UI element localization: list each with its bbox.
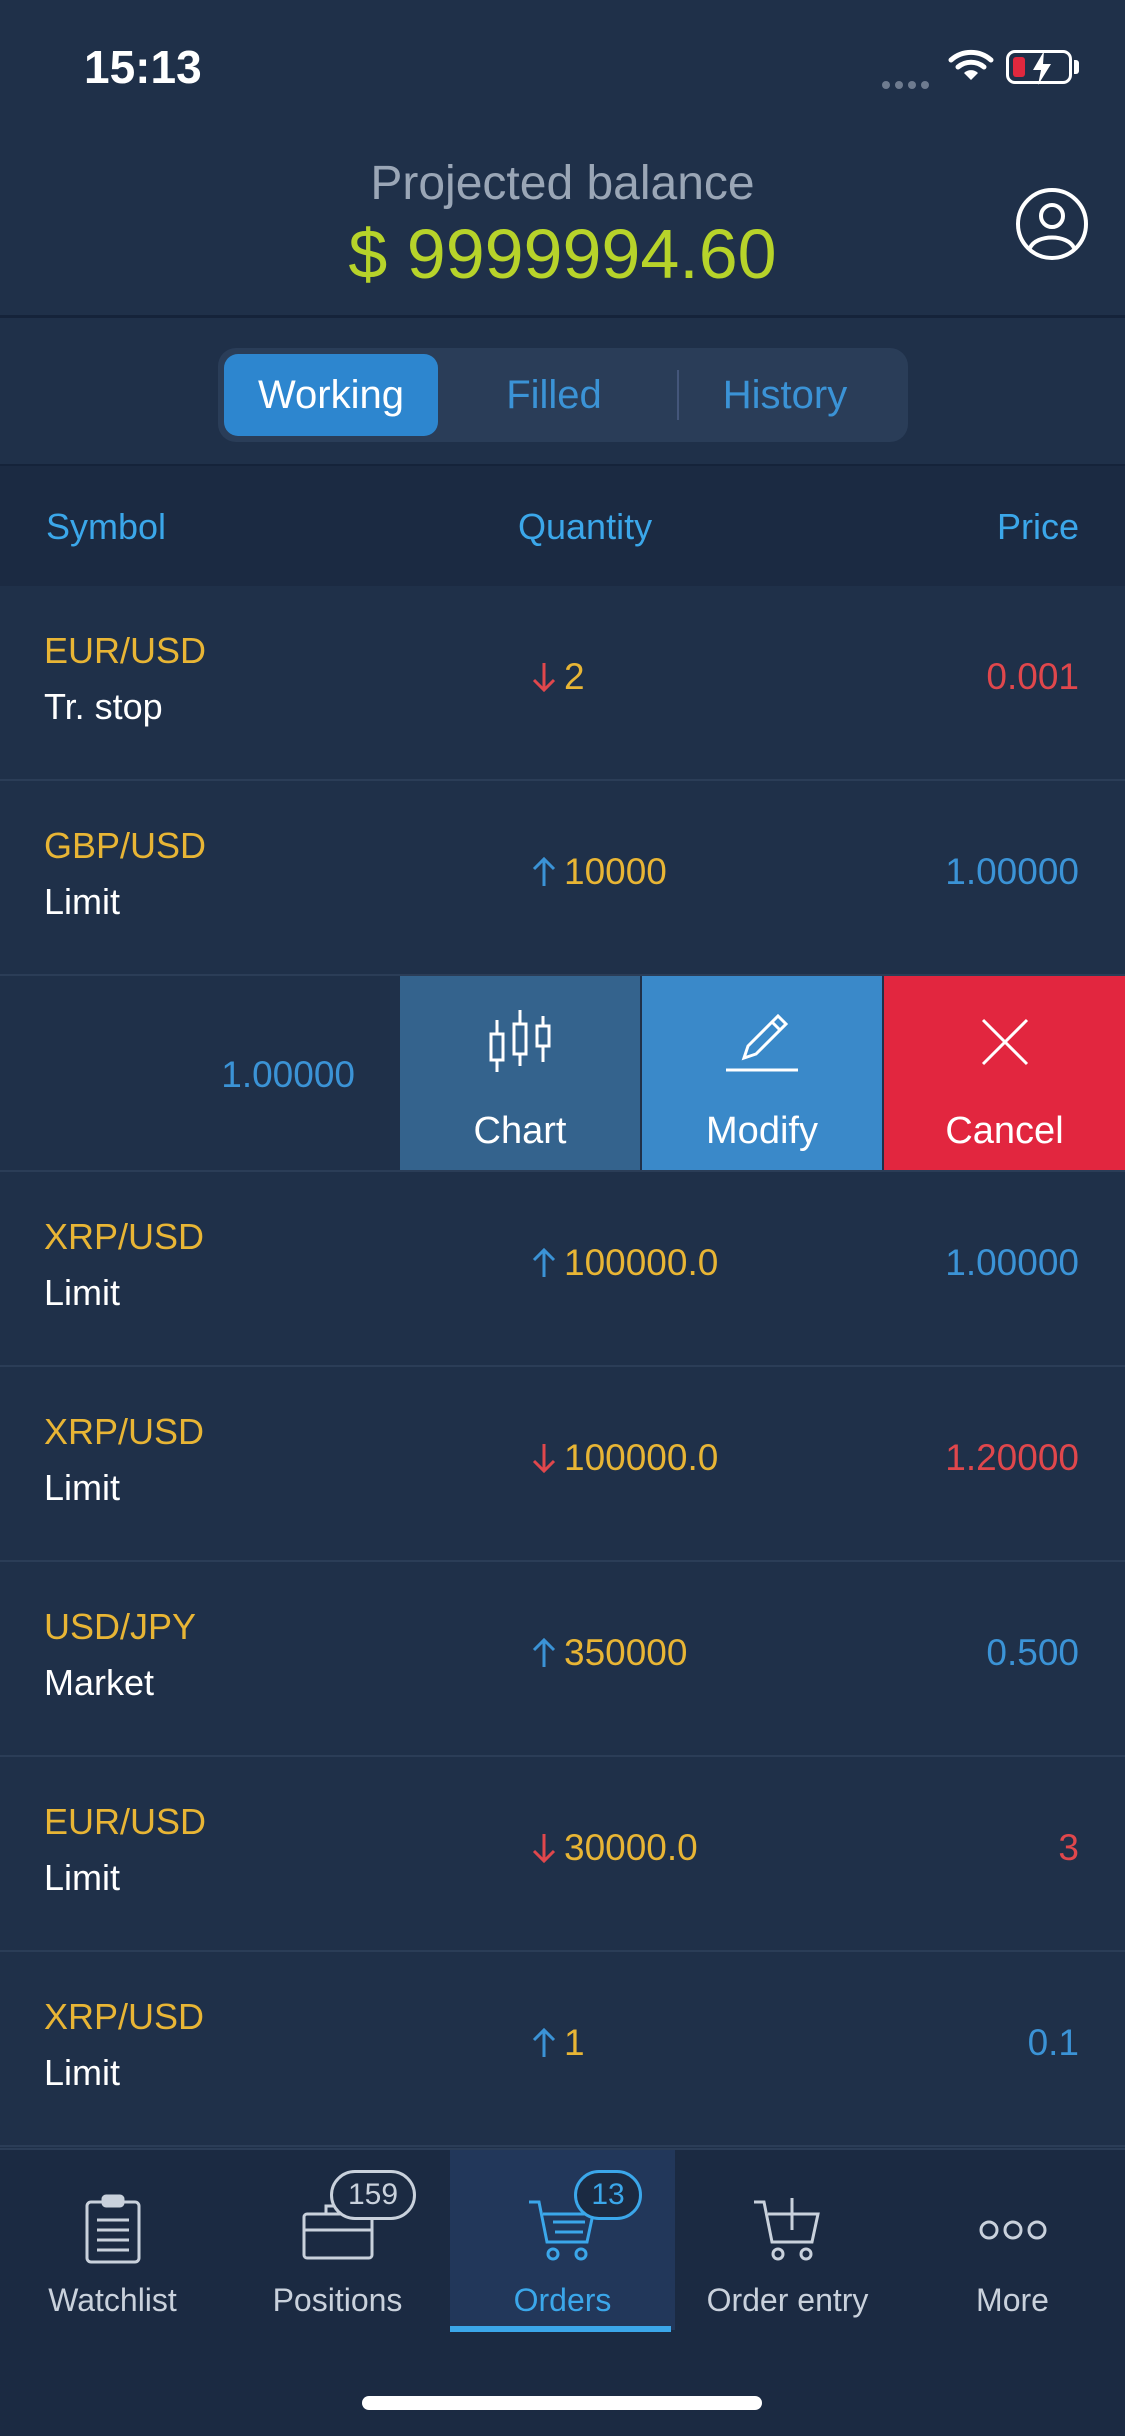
order-row[interactable]: EUR/USD Limit 30000.0 3 — [0, 1757, 1125, 1952]
battery-icon — [1006, 50, 1072, 85]
order-symbol: USD/JPY — [44, 1606, 197, 1647]
arrow-down-icon — [530, 660, 558, 694]
order-price: 1.20000 — [945, 1437, 1079, 1478]
status-time: 15:13 — [84, 41, 202, 93]
tab-order-entry[interactable]: Order entry — [675, 2150, 900, 2330]
order-symbol: XRP/USD — [44, 1996, 205, 2037]
order-price: 3 — [1058, 1827, 1079, 1868]
order-symbol: EUR/USD — [44, 1801, 207, 1842]
chart-button[interactable]: Chart — [400, 976, 640, 1170]
cart-add-icon — [675, 2194, 900, 2274]
order-quantity-value: 350000 — [564, 1632, 688, 1673]
order-quantity-value: 100000.0 — [564, 1242, 719, 1283]
tab-positions-label: Positions — [272, 2282, 403, 2318]
order-type: Limit — [44, 1467, 121, 1508]
segment-working[interactable]: Working — [224, 354, 438, 436]
projected-balance-value: $ 9999994.60 — [348, 215, 777, 293]
order-type: Market — [44, 1662, 155, 1703]
order-quantity-value: 2 — [564, 656, 585, 697]
arrow-up-icon — [530, 2026, 558, 2060]
clipboard-list-icon — [0, 2194, 225, 2274]
order-row[interactable]: USD/JPY Market 350000 0.500 — [0, 1562, 1125, 1757]
order-row[interactable]: GBP/USD Limit 10000 1.00000 — [0, 781, 1125, 976]
order-quantity: 1 — [530, 2022, 585, 2064]
arrow-up-icon — [530, 855, 558, 889]
active-tab-indicator — [450, 2326, 671, 2332]
profile-icon[interactable] — [1014, 186, 1090, 267]
order-symbol: XRP/USD — [44, 1216, 205, 1257]
pencil-icon — [642, 1006, 882, 1088]
order-price: 0.1 — [1027, 2022, 1079, 2063]
order-row[interactable]: XRP/USD Limit 100000.0 1.00000 — [0, 1172, 1125, 1367]
candlestick-chart-icon — [400, 1006, 640, 1088]
tab-order-entry-label: Order entry — [706, 2282, 869, 2318]
order-price: 1.00000 — [945, 851, 1079, 892]
modify-button[interactable]: Modify — [642, 976, 882, 1170]
arrow-down-icon — [530, 1831, 558, 1865]
order-row[interactable]: XRP/USD Limit 100000.0 1.20000 — [0, 1367, 1125, 1562]
order-quantity: 30000.0 — [530, 1827, 698, 1869]
order-quantity: 100000.0 — [530, 1242, 718, 1284]
modify-button-label: Modify — [706, 1110, 818, 1152]
order-row[interactable]: EUR/USD Tr. stop 2 0.001 — [0, 586, 1125, 781]
tab-more[interactable]: More — [900, 2150, 1125, 2330]
segment-history[interactable]: History — [678, 354, 892, 436]
order-type: Limit — [44, 2052, 121, 2093]
more-dots-icon — [900, 2194, 1125, 2274]
order-symbol: XRP/USD — [44, 1411, 205, 1452]
tab-orders-label: Orders — [513, 2282, 612, 2318]
tab-orders[interactable]: Orders — [450, 2150, 675, 2330]
arrow-down-icon — [530, 1441, 558, 1475]
order-quantity-value: 100000.0 — [564, 1437, 719, 1478]
positions-count-badge: 159 — [330, 2170, 416, 2220]
order-symbol: EUR/USD — [44, 630, 207, 671]
wifi-icon — [948, 48, 994, 87]
home-indicator[interactable] — [362, 2396, 762, 2410]
column-header: Symbol Quantity Price — [0, 466, 1125, 586]
column-symbol[interactable]: Symbol — [46, 506, 166, 548]
cart-icon — [450, 2194, 675, 2274]
order-price: 0.500 — [986, 1632, 1079, 1673]
order-type: Tr. stop — [44, 686, 163, 727]
tab-watchlist[interactable]: Watchlist — [0, 2150, 225, 2330]
order-quantity-value: 30000.0 — [564, 1827, 698, 1868]
order-type: Limit — [44, 1272, 121, 1313]
order-type: Limit — [44, 1857, 121, 1898]
order-quantity-value: 1 — [564, 2022, 585, 2063]
chart-button-label: Chart — [473, 1110, 567, 1152]
order-status-segmented-control: Working Filled History — [218, 348, 908, 442]
order-quantity: 2 — [530, 656, 585, 698]
segment-filled[interactable]: Filled — [454, 354, 654, 436]
cancel-button-label: Cancel — [945, 1110, 1064, 1152]
header-divider — [0, 315, 1125, 318]
projected-balance-label: Projected balance — [370, 157, 755, 210]
order-quantity: 350000 — [530, 1632, 687, 1674]
tab-more-label: More — [976, 2282, 1049, 2318]
order-quantity: 100000.0 — [530, 1437, 718, 1479]
battery-nub — [1074, 60, 1079, 74]
order-price: 0.001 — [986, 656, 1079, 697]
swiped-order-row[interactable]: 1.00000 Chart Modify Cancel — [0, 976, 1125, 1172]
order-type: Limit — [44, 881, 121, 922]
arrow-up-icon — [530, 1246, 558, 1280]
tab-watchlist-label: Watchlist — [48, 2282, 177, 2318]
orders-count-badge: 13 — [574, 2170, 642, 2220]
column-quantity[interactable]: Quantity — [518, 506, 652, 548]
order-symbol: GBP/USD — [44, 825, 207, 866]
order-quantity-value: 10000 — [564, 851, 667, 892]
arrow-up-icon — [530, 1636, 558, 1670]
order-price: 1.00000 — [221, 1054, 355, 1095]
order-price: 1.00000 — [945, 1242, 1079, 1283]
column-price[interactable]: Price — [997, 506, 1079, 548]
cellular-signal-icon — [882, 76, 934, 94]
tab-bar: Watchlist Positions Orders Order entry M… — [0, 2148, 1125, 2436]
cancel-order-button[interactable]: Cancel — [884, 976, 1125, 1170]
close-icon — [884, 1006, 1125, 1088]
order-quantity: 10000 — [530, 851, 667, 893]
order-row[interactable]: XRP/USD Limit 1 0.1 — [0, 1952, 1125, 2147]
